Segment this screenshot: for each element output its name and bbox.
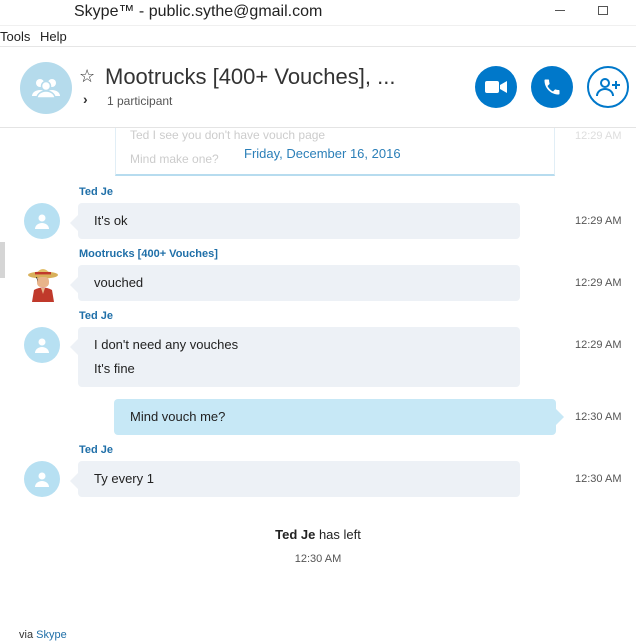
video-camera-icon bbox=[485, 81, 507, 93]
add-participant-button[interactable] bbox=[587, 66, 629, 108]
faded-time: 12:29 AM bbox=[575, 130, 622, 142]
avatar[interactable] bbox=[24, 327, 60, 363]
avatar[interactable] bbox=[24, 461, 60, 497]
own-message-bubble[interactable]: Mind vouch me? bbox=[114, 399, 564, 435]
sender-name[interactable]: Ted Je bbox=[79, 186, 113, 198]
conversation-header: ☆ Mootrucks [400+ Vouches], ... › 1 part… bbox=[0, 48, 636, 128]
sender-name[interactable]: Ted Je bbox=[79, 444, 113, 456]
message-text: vouched bbox=[94, 275, 144, 290]
title-bar: Skype™ - public.sythe@gmail.com bbox=[0, 0, 636, 26]
participant-left-event: Ted Je has left bbox=[0, 527, 636, 542]
message-time: 12:29 AM bbox=[575, 215, 622, 227]
group-avatar[interactable] bbox=[20, 62, 72, 114]
event-participant-name: Ted Je bbox=[275, 527, 316, 542]
message-text: Mind vouch me? bbox=[130, 409, 226, 424]
star-icon[interactable]: ☆ bbox=[79, 66, 95, 87]
pirate-avatar-icon bbox=[28, 269, 58, 302]
menu-tools[interactable]: Tools bbox=[0, 29, 30, 44]
menu-bar: Tools Help bbox=[0, 27, 636, 47]
message-bubble[interactable]: vouched bbox=[70, 265, 520, 301]
phone-icon bbox=[544, 79, 560, 95]
message-text: It's fine bbox=[94, 361, 135, 376]
message-time: 12:29 AM bbox=[575, 339, 622, 351]
date-separator-label: Friday, December 16, 2016 bbox=[244, 146, 401, 161]
participants-count[interactable]: 1 participant bbox=[107, 94, 172, 108]
message-time: 12:30 AM bbox=[575, 411, 622, 423]
maximize-button[interactable] bbox=[596, 0, 610, 20]
group-icon bbox=[32, 79, 60, 99]
message-text: I don't need any vouches bbox=[94, 337, 239, 352]
message-time: 12:29 AM bbox=[575, 277, 622, 289]
sender-name[interactable]: Ted Je bbox=[79, 310, 113, 322]
via-footer: via Skype bbox=[19, 629, 67, 641]
message-bubble[interactable]: It's ok bbox=[70, 203, 520, 239]
message-bubble[interactable]: Ty every 1 bbox=[70, 461, 520, 497]
video-call-button[interactable] bbox=[475, 66, 517, 108]
default-avatar-icon bbox=[35, 338, 49, 353]
maximize-icon bbox=[598, 5, 608, 15]
default-avatar-icon bbox=[35, 214, 49, 229]
minimize-icon bbox=[555, 9, 565, 11]
conversation-title: Mootrucks [400+ Vouches], ... bbox=[105, 64, 396, 89]
message-time: 12:30 AM bbox=[575, 473, 622, 485]
avatar[interactable] bbox=[24, 203, 60, 239]
menu-help[interactable]: Help bbox=[40, 29, 67, 44]
audio-call-button[interactable] bbox=[531, 66, 573, 108]
add-person-icon bbox=[596, 78, 620, 97]
skype-link[interactable]: Skype bbox=[36, 629, 67, 641]
event-time: 12:30 AM bbox=[294, 553, 342, 565]
minimize-button[interactable] bbox=[550, 0, 570, 20]
message-text: It's ok bbox=[94, 213, 128, 228]
message-bubble[interactable]: I don't need any vouches It's fine bbox=[70, 327, 520, 387]
message-text: Ty every 1 bbox=[94, 471, 154, 486]
default-avatar-icon bbox=[35, 472, 49, 487]
avatar[interactable] bbox=[24, 264, 62, 302]
event-text: has left bbox=[315, 527, 361, 542]
chat-history[interactable]: Ted I see you don't have vouch page Mind… bbox=[0, 128, 636, 641]
chevron-right-icon[interactable]: › bbox=[83, 91, 88, 107]
via-label: via bbox=[19, 629, 34, 641]
window-title: Skype™ - public.sythe@gmail.com bbox=[74, 3, 323, 20]
sender-name[interactable]: Mootrucks [400+ Vouches] bbox=[79, 248, 218, 260]
